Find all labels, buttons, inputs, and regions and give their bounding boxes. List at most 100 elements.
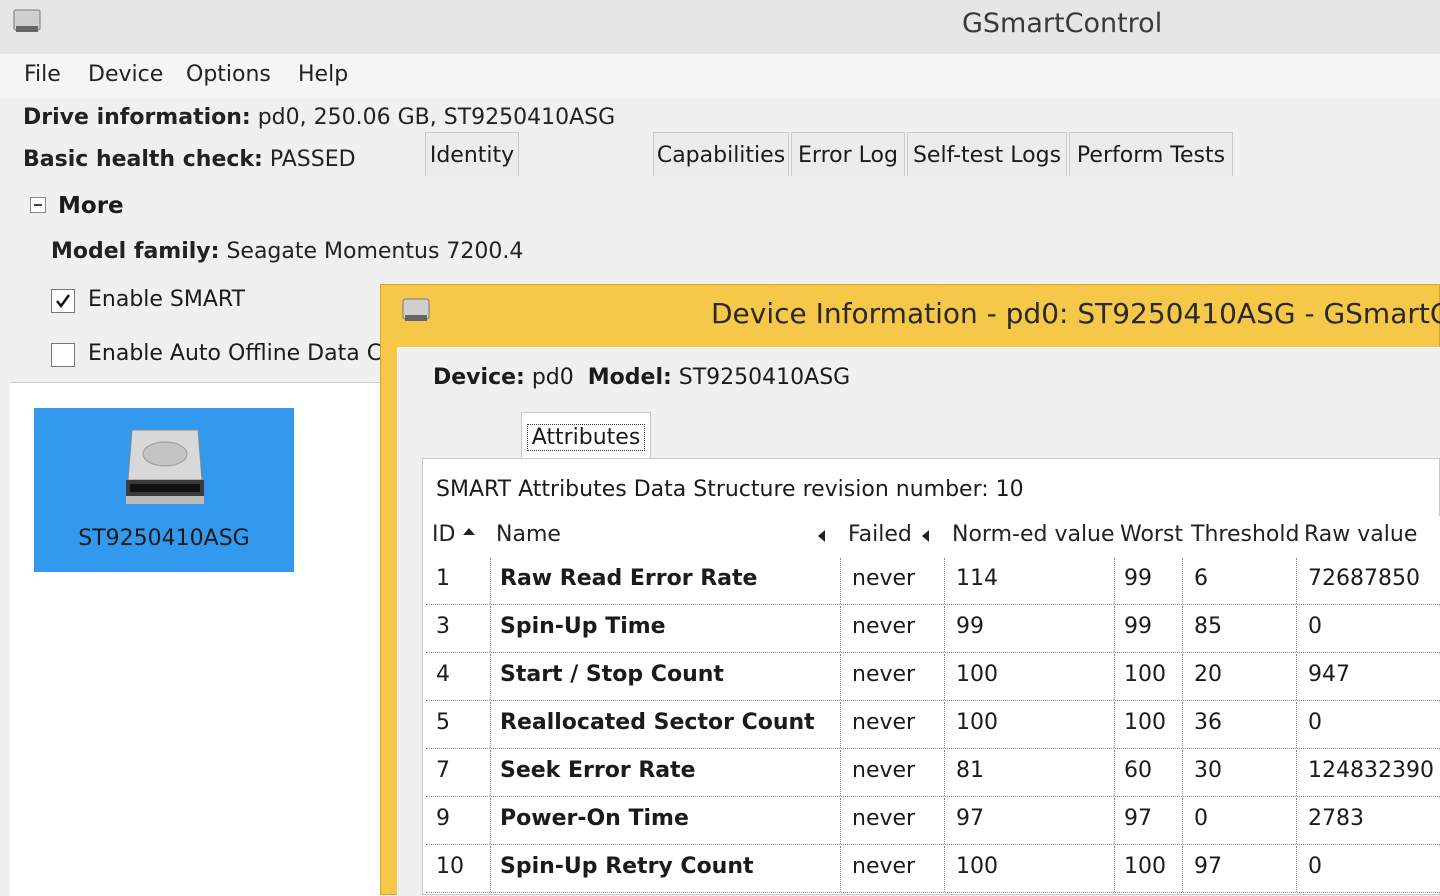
collapse-icon[interactable]: [30, 197, 46, 213]
cell-name: Start / Stop Count: [500, 662, 724, 687]
cell-name: Reallocated Sector Count: [500, 710, 815, 735]
enable-smart-checkbox[interactable]: [51, 289, 75, 313]
cell-threshold: 85: [1194, 614, 1222, 639]
tab-self-test-logs[interactable]: Self-test Logs: [907, 132, 1067, 176]
column-header-normed[interactable]: Norm-ed value: [952, 522, 1115, 547]
column-header-name[interactable]: Name: [496, 522, 561, 547]
column-header-raw[interactable]: Raw value: [1304, 522, 1417, 547]
column-divider: [1296, 558, 1297, 604]
cell-name: Spin-Up Time: [500, 614, 666, 639]
cell-normed: 100: [956, 710, 998, 735]
tab-capabilities[interactable]: Capabilities: [653, 132, 789, 176]
device-name: ST9250410ASG: [78, 526, 250, 551]
cell-normed: 81: [956, 758, 984, 783]
table-row[interactable]: 9 Power-On Time never 97 97 0 2783: [426, 798, 1440, 845]
column-divider: [1182, 654, 1183, 700]
cell-raw: 0: [1308, 854, 1322, 879]
cell-threshold: 0: [1194, 806, 1208, 831]
sort-ascending-icon: [463, 527, 476, 535]
table-row[interactable]: 4 Start / Stop Count never 100 100 20 94…: [426, 654, 1440, 701]
cell-failed: never: [852, 854, 916, 879]
tab-identity-label: Identity: [429, 143, 515, 168]
device-value: pd0: [531, 365, 574, 390]
cell-failed: never: [852, 614, 916, 639]
tab-capabilities-label: Capabilities: [656, 143, 786, 168]
cell-normed: 97: [956, 806, 984, 831]
enable-offline-label[interactable]: Enable Auto Offline Data Cc: [88, 341, 394, 366]
column-divider: [490, 846, 491, 892]
table-row[interactable]: 7 Seek Error Rate never 81 60 30 1248323…: [426, 750, 1440, 797]
model-value: ST9250410ASG: [678, 365, 851, 390]
more-expander[interactable]: More: [58, 193, 124, 219]
cell-failed: never: [852, 806, 916, 831]
cell-worst: 99: [1124, 566, 1152, 591]
table-row[interactable]: 5 Reallocated Sector Count never 100 100…: [426, 702, 1440, 749]
column-divider: [1296, 798, 1297, 844]
column-divider: [840, 846, 841, 892]
cell-worst: 100: [1124, 662, 1166, 687]
cell-name: Spin-Up Retry Count: [500, 854, 754, 879]
model-family: Model family: Seagate Momentus 7200.4: [51, 239, 523, 264]
device-tile[interactable]: ST9250410ASG: [34, 408, 294, 572]
column-divider: [1296, 750, 1297, 796]
column-header-failed[interactable]: Failed: [848, 522, 912, 547]
enable-smart-label[interactable]: Enable SMART: [88, 287, 245, 312]
menu-device[interactable]: Device: [88, 62, 163, 87]
cell-threshold: 36: [1194, 710, 1222, 735]
sort-arrow-icon: [922, 530, 929, 542]
cell-worst: 100: [1124, 710, 1166, 735]
tab-attributes-label: Attributes: [526, 424, 646, 451]
column-divider: [944, 654, 945, 700]
tab-identity[interactable]: Identity: [425, 132, 519, 176]
cell-threshold: 20: [1194, 662, 1222, 687]
column-divider: [1114, 846, 1115, 892]
main-title-bar[interactable]: [0, 0, 1440, 54]
device-label: Device:: [433, 365, 525, 390]
table-row[interactable]: 3 Spin-Up Time never 99 99 85 0: [426, 606, 1440, 653]
dialog-title: Device Information - pd0: ST9250410ASG -…: [711, 297, 1440, 330]
model-label: Model:: [587, 365, 672, 390]
table-row[interactable]: 1 Raw Read Error Rate never 114 99 6 726…: [426, 558, 1440, 605]
cell-raw: 0: [1308, 710, 1322, 735]
tab-error-log[interactable]: Error Log: [791, 132, 905, 176]
cell-worst: 60: [1124, 758, 1152, 783]
column-header-id[interactable]: ID: [432, 522, 476, 547]
column-header-threshold[interactable]: Threshold: [1191, 522, 1299, 547]
column-divider: [840, 702, 841, 748]
cell-raw: 2783: [1308, 806, 1364, 831]
cell-id: 7: [436, 758, 450, 783]
column-divider: [1114, 702, 1115, 748]
cell-id: 10: [436, 854, 464, 879]
column-divider: [1182, 750, 1183, 796]
column-header-worst[interactable]: Worst: [1120, 522, 1183, 547]
column-divider: [840, 654, 841, 700]
checkmark-icon: [56, 294, 70, 308]
column-divider: [1296, 702, 1297, 748]
column-divider: [944, 558, 945, 604]
enable-offline-checkbox[interactable]: [51, 343, 75, 367]
cell-name: Raw Read Error Rate: [500, 566, 758, 591]
sort-arrow-icon: [818, 530, 825, 542]
menu-file[interactable]: File: [24, 62, 61, 87]
column-divider: [840, 558, 841, 604]
tab-perform-tests[interactable]: Perform Tests: [1069, 132, 1233, 176]
column-divider: [944, 606, 945, 652]
cell-failed: never: [852, 758, 916, 783]
cell-worst: 100: [1124, 854, 1166, 879]
cell-id: 4: [436, 662, 450, 687]
health-check-label: Basic health check:: [23, 147, 263, 172]
column-divider: [1182, 702, 1183, 748]
column-divider: [944, 750, 945, 796]
menu-options[interactable]: Options: [186, 62, 271, 87]
cell-name: Power-On Time: [500, 806, 689, 831]
column-divider: [840, 798, 841, 844]
tab-attributes[interactable]: Attributes: [521, 412, 651, 460]
column-id-label: ID: [432, 522, 456, 547]
column-divider: [840, 750, 841, 796]
cell-worst: 97: [1124, 806, 1152, 831]
cell-name: Seek Error Rate: [500, 758, 696, 783]
cell-threshold: 97: [1194, 854, 1222, 879]
menu-help[interactable]: Help: [298, 62, 348, 87]
table-row[interactable]: 10 Spin-Up Retry Count never 100 100 97 …: [426, 846, 1440, 893]
column-divider: [490, 798, 491, 844]
